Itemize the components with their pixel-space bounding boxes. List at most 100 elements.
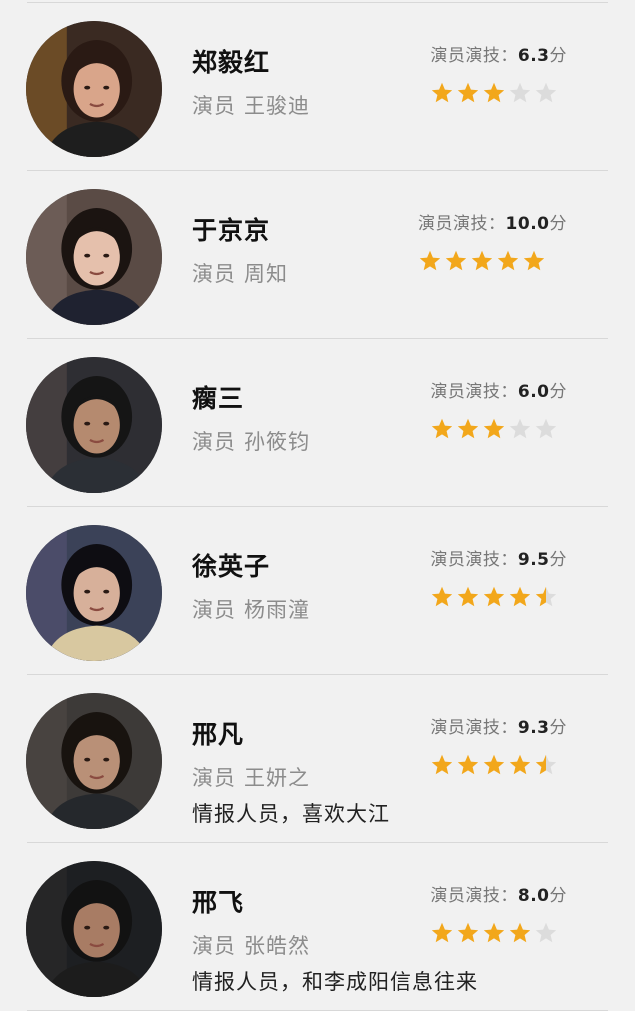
rating-score: 6.0 bbox=[517, 382, 550, 402]
star-icon bbox=[432, 586, 453, 607]
star-rating bbox=[430, 921, 567, 945]
star-icon bbox=[471, 250, 493, 271]
character-name: 邢凡 bbox=[192, 720, 245, 749]
rating-score: 9.3 bbox=[517, 718, 550, 738]
acting-rating: 演员演技：8.0分 bbox=[430, 881, 567, 945]
actor-line: 演员 杨雨潼 bbox=[192, 594, 310, 624]
character-name: 郑毅红 bbox=[192, 48, 271, 77]
actor-line: 演员 孙筱钧 bbox=[192, 426, 310, 456]
actor-prefix: 演员 bbox=[192, 766, 236, 790]
avatar[interactable] bbox=[26, 21, 162, 157]
actor-line: 演员 张皓然 bbox=[192, 930, 310, 960]
star-icon bbox=[510, 754, 531, 775]
rating-score: 6.3 bbox=[517, 46, 550, 66]
rating-label: 演员演技： bbox=[430, 550, 518, 570]
character-name: 邢飞 bbox=[192, 888, 245, 917]
rating-unit: 分 bbox=[549, 550, 567, 570]
star-icon bbox=[432, 754, 453, 775]
rating-text: 演员演技：10.0分 bbox=[418, 209, 567, 234]
character-description: 情报人员，和李成阳信息往来 bbox=[192, 970, 478, 994]
rating-unit: 分 bbox=[549, 886, 567, 906]
star-icon bbox=[484, 754, 505, 775]
rating-text: 演员演技：6.0分 bbox=[430, 377, 567, 402]
star-rating bbox=[430, 81, 567, 105]
character-description: 情报人员，喜欢大江 bbox=[192, 802, 390, 826]
avatar[interactable] bbox=[26, 693, 162, 829]
star-icon bbox=[497, 250, 519, 271]
acting-rating: 演员演技：9.3分 bbox=[430, 713, 567, 777]
actor-prefix: 演员 bbox=[192, 430, 236, 454]
star-icon bbox=[484, 82, 505, 103]
actor-name: 孙筱钧 bbox=[244, 430, 310, 454]
rating-score: 10.0 bbox=[505, 214, 550, 234]
character-row[interactable]: 于京京 演员 周知 演员演技：10.0分 bbox=[0, 171, 635, 339]
acting-rating: 演员演技：9.5分 bbox=[430, 545, 567, 609]
rating-label: 演员演技： bbox=[430, 382, 518, 402]
actor-name: 周知 bbox=[244, 262, 288, 286]
acting-rating: 演员演技：6.3分 bbox=[430, 41, 567, 105]
rating-text: 演员演技：9.5分 bbox=[430, 545, 567, 570]
avatar[interactable] bbox=[26, 861, 162, 997]
rating-text: 演员演技：6.3分 bbox=[430, 41, 567, 66]
rating-label: 演员演技： bbox=[418, 214, 506, 234]
rating-label: 演员演技： bbox=[430, 718, 518, 738]
rating-unit: 分 bbox=[549, 46, 567, 66]
actor-line: 演员 王妍之 bbox=[192, 762, 310, 792]
star-rating bbox=[430, 585, 567, 609]
character-row[interactable]: 徐英子 演员 杨雨潼 演员演技：9.5分 bbox=[0, 507, 635, 675]
actor-name: 王妍之 bbox=[244, 766, 310, 790]
rating-unit: 分 bbox=[549, 214, 567, 234]
star-icon bbox=[510, 922, 531, 943]
acting-rating: 演员演技：6.0分 bbox=[430, 377, 567, 441]
actor-prefix: 演员 bbox=[192, 934, 236, 958]
rating-unit: 分 bbox=[549, 718, 567, 738]
character-row[interactable]: 邢飞 演员 张皓然 情报人员，和李成阳信息往来 演员演技：8.0分 bbox=[0, 843, 635, 1011]
star-icon bbox=[458, 82, 479, 103]
avatar[interactable] bbox=[26, 189, 162, 325]
star-icon bbox=[484, 586, 505, 607]
rating-label: 演员演技： bbox=[430, 46, 518, 66]
star-icon bbox=[419, 250, 441, 271]
actor-line: 演员 周知 bbox=[192, 258, 288, 288]
character-row[interactable]: 瘸三 演员 孙筱钧 演员演技：6.0分 bbox=[0, 339, 635, 507]
character-name: 瘸三 bbox=[192, 384, 245, 413]
character-list: 郑毅红 演员 王骏迪 演员演技：6.3分 于京京 演员 周知 演员演技：10.0… bbox=[0, 0, 635, 1011]
character-name: 徐英子 bbox=[192, 552, 271, 581]
actor-name: 王骏迪 bbox=[244, 94, 310, 118]
star-icon bbox=[510, 418, 531, 439]
actor-line: 演员 王骏迪 bbox=[192, 90, 310, 120]
star-icon bbox=[484, 418, 505, 439]
rating-unit: 分 bbox=[549, 382, 567, 402]
rating-text: 演员演技：8.0分 bbox=[430, 881, 567, 906]
star-icon bbox=[432, 922, 453, 943]
star-icon bbox=[536, 586, 557, 607]
star-icon bbox=[458, 586, 479, 607]
star-icon bbox=[510, 586, 531, 607]
actor-name: 杨雨潼 bbox=[244, 598, 310, 622]
star-icon bbox=[458, 922, 479, 943]
star-icon bbox=[458, 418, 479, 439]
avatar[interactable] bbox=[26, 525, 162, 661]
star-rating bbox=[430, 753, 567, 777]
star-icon bbox=[432, 418, 453, 439]
star-icon bbox=[445, 250, 467, 271]
star-icon bbox=[536, 922, 557, 943]
star-icon bbox=[484, 922, 505, 943]
star-icon bbox=[536, 418, 557, 439]
star-icon bbox=[510, 82, 531, 103]
character-name: 于京京 bbox=[192, 216, 271, 245]
star-rating bbox=[430, 417, 567, 441]
character-row[interactable]: 郑毅红 演员 王骏迪 演员演技：6.3分 bbox=[0, 3, 635, 171]
star-icon bbox=[432, 82, 453, 103]
actor-prefix: 演员 bbox=[192, 262, 236, 286]
rating-text: 演员演技：9.3分 bbox=[430, 713, 567, 738]
avatar[interactable] bbox=[26, 357, 162, 493]
star-icon bbox=[536, 754, 557, 775]
actor-name: 张皓然 bbox=[244, 934, 310, 958]
star-icon bbox=[523, 250, 545, 271]
star-rating bbox=[418, 249, 567, 273]
rating-label: 演员演技： bbox=[430, 886, 518, 906]
star-icon bbox=[458, 754, 479, 775]
actor-prefix: 演员 bbox=[192, 598, 236, 622]
character-row[interactable]: 邢凡 演员 王妍之 情报人员，喜欢大江 演员演技：9.3分 bbox=[0, 675, 635, 843]
